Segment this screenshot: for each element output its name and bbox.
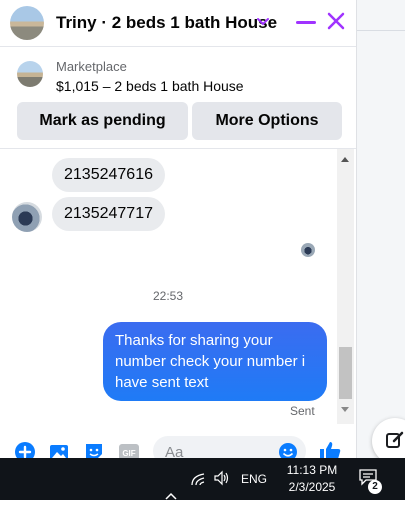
background-page: [356, 0, 405, 458]
contact-avatar[interactable]: [10, 6, 44, 40]
language-indicator[interactable]: ENG: [241, 458, 267, 500]
taskbar-clock[interactable]: 11:13 PM 2/3/2025: [280, 462, 344, 496]
image-icon[interactable]: [49, 442, 69, 458]
scrollbar-thumb[interactable]: [339, 347, 352, 399]
sticker-icon[interactable]: [84, 442, 104, 458]
volume-icon[interactable]: [213, 470, 231, 486]
message-input[interactable]: Aa: [153, 436, 306, 458]
scroll-up-arrow[interactable]: [341, 157, 349, 162]
chat-header: Triny · 2 beds 1 bath House: [0, 0, 356, 47]
outgoing-message[interactable]: Thanks for sharing your number check you…: [103, 322, 327, 401]
incoming-message[interactable]: 2135247717: [52, 197, 165, 231]
message-list: 2135247616 2135247717 22:53 Thanks for s…: [0, 149, 336, 424]
sender-avatar[interactable]: [12, 202, 42, 232]
listing-source-label: Marketplace: [56, 59, 127, 74]
clock-date: 2/3/2025: [288, 480, 336, 494]
chat-window: Triny · 2 beds 1 bath House Marketplace …: [0, 0, 357, 458]
notification-center-button[interactable]: 2: [358, 468, 382, 494]
scroll-down-arrow[interactable]: [341, 407, 349, 412]
background-divider: [356, 30, 405, 31]
listing-price-title[interactable]: $1,015 – 2 beds 1 bath House: [56, 78, 244, 94]
thumbs-up-icon[interactable]: [318, 440, 342, 458]
gif-label: GIF: [122, 449, 135, 458]
message-input-placeholder: Aa: [165, 444, 184, 458]
scrollbar[interactable]: [337, 149, 354, 424]
marketplace-listing: Marketplace $1,015 – 2 beds 1 bath House…: [0, 47, 356, 147]
minimize-icon[interactable]: [296, 21, 316, 24]
chevron-down-icon[interactable]: [256, 15, 270, 29]
close-icon[interactable]: [326, 11, 346, 31]
plus-icon[interactable]: [15, 442, 35, 458]
mark-as-pending-button[interactable]: Mark as pending: [17, 102, 188, 140]
message-timestamp: 22:53: [152, 289, 184, 303]
windows-taskbar: ENG 11:13 PM 2/3/2025 2: [0, 458, 405, 500]
message-composer: GIF Aa: [0, 428, 356, 458]
clock-time: 11:13 PM: [286, 463, 338, 477]
gif-icon[interactable]: GIF: [118, 442, 140, 458]
seen-indicator-avatar: [301, 243, 315, 257]
incoming-message[interactable]: 2135247616: [52, 158, 165, 192]
chat-title[interactable]: Triny · 2 beds 1 bath House: [56, 13, 277, 33]
wifi-icon[interactable]: [190, 471, 206, 487]
chevron-up-icon[interactable]: [164, 475, 178, 517]
emoji-icon[interactable]: [278, 442, 298, 458]
more-options-button[interactable]: More Options: [192, 102, 342, 140]
message-status: Sent: [290, 404, 315, 418]
listing-thumbnail[interactable]: [17, 61, 43, 87]
notification-count-badge: 2: [368, 480, 382, 494]
edit-icon: [386, 431, 404, 448]
